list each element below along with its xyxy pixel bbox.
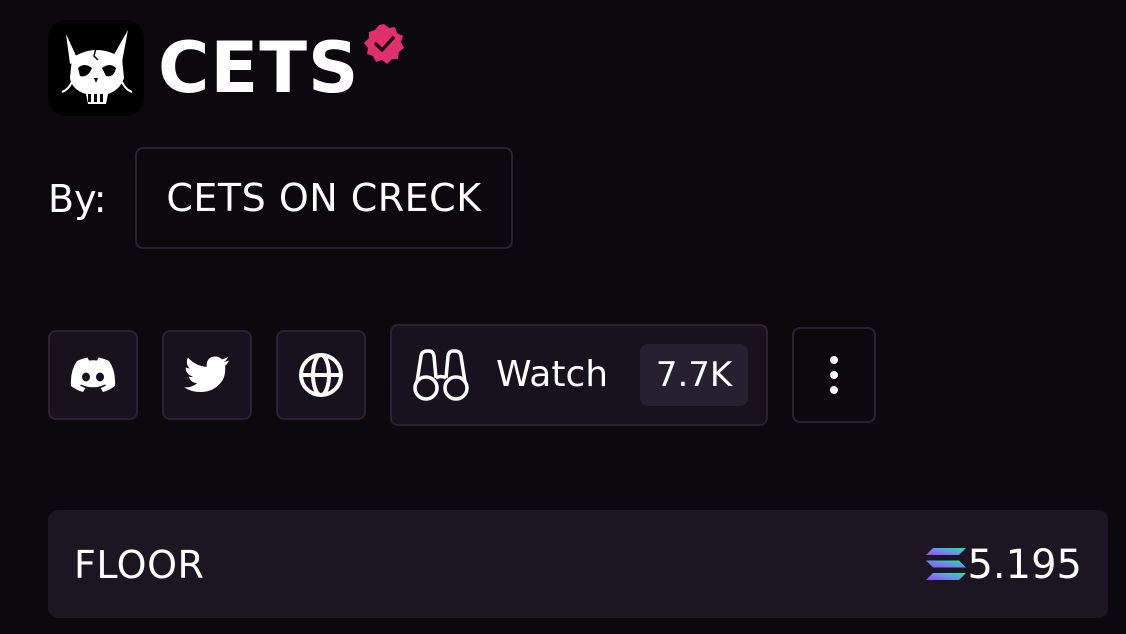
verified-badge-icon (362, 22, 406, 66)
more-vertical-icon (830, 356, 838, 394)
cat-skull-logo-icon (61, 30, 133, 104)
floor-label: FLOOR (74, 543, 205, 587)
twitter-icon (184, 356, 229, 392)
binoculars-icon (413, 349, 469, 401)
creator-link-button[interactable]: CETS ON CRECK (135, 147, 513, 249)
watch-label: Watch (496, 354, 609, 395)
more-options-button[interactable] (792, 327, 876, 423)
solana-icon (926, 548, 966, 580)
collection-title: CETS (158, 27, 360, 109)
globe-icon (299, 353, 343, 397)
by-label: By: (48, 177, 107, 221)
discord-button[interactable] (48, 330, 138, 420)
collection-header-page: CETS By: CETS ON CRECK Watch 7.7K FLOOR … (0, 0, 1126, 634)
discord-icon (70, 357, 116, 392)
watch-count-badge: 7.7K (640, 344, 748, 406)
floor-value: 5.195 (967, 542, 1082, 588)
watch-button[interactable]: Watch 7.7K (390, 324, 768, 426)
website-button[interactable] (276, 330, 366, 420)
twitter-button[interactable] (162, 330, 252, 420)
creator-name: CETS ON CRECK (166, 176, 482, 220)
floor-price-panel: FLOOR 5.195 (48, 510, 1108, 618)
collection-logo[interactable] (48, 20, 144, 116)
